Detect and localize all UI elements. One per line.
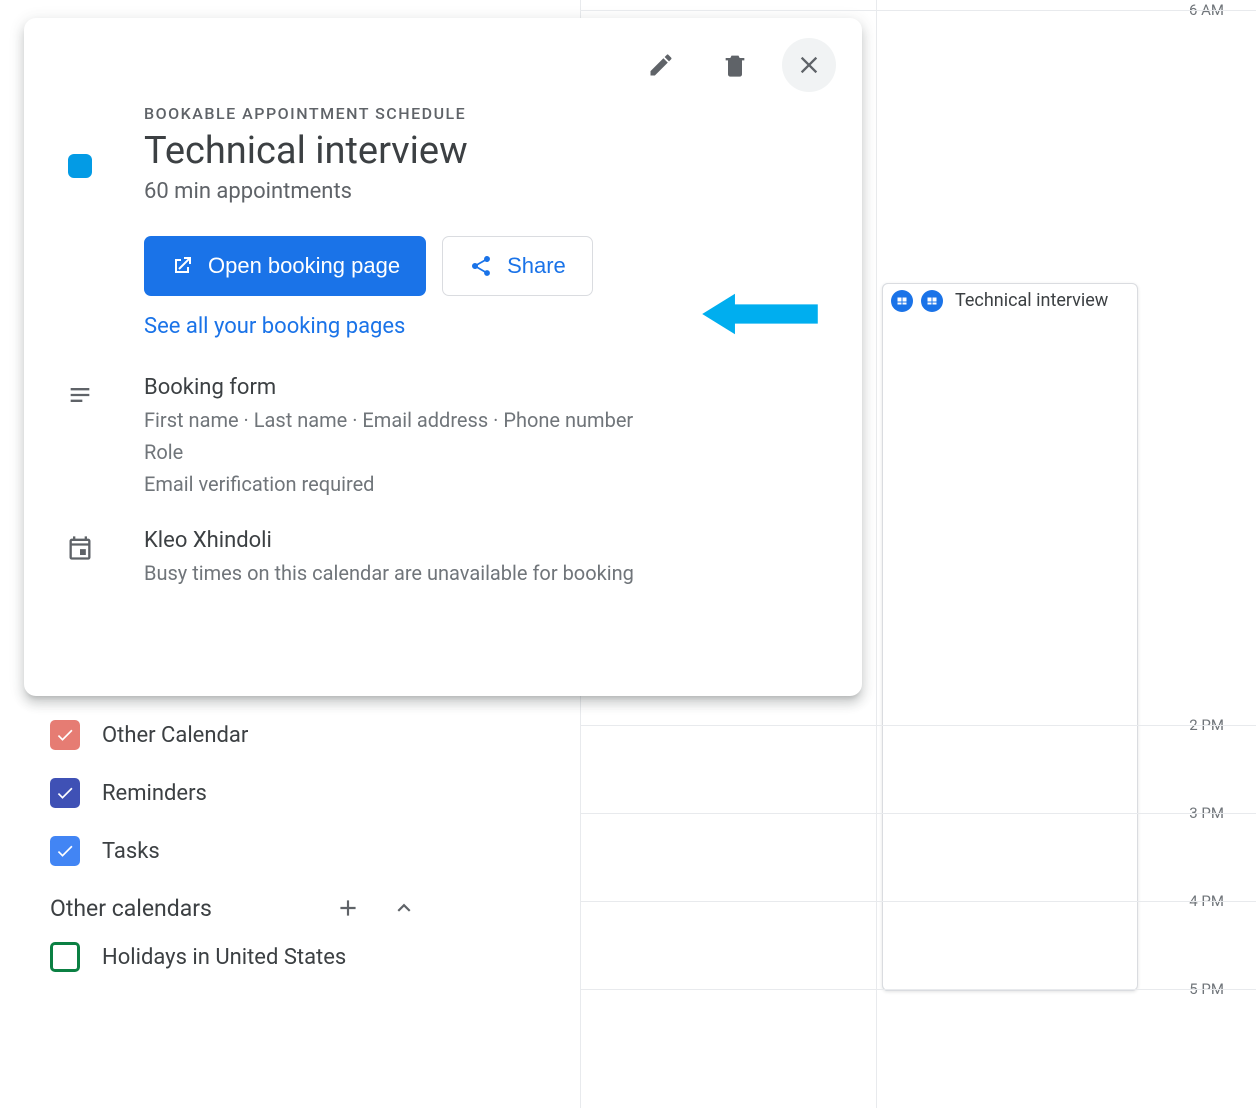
calendar-checkbox[interactable] (50, 836, 80, 866)
other-calendars-header: Other calendars (50, 894, 418, 922)
share-label: Share (507, 253, 566, 279)
organizer-name: Kleo Xhindoli (144, 528, 836, 553)
open-external-icon (170, 254, 194, 278)
close-button[interactable] (782, 38, 836, 92)
booking-form-role: Role (144, 436, 836, 468)
open-booking-page-label: Open booking page (208, 253, 400, 279)
popup-eyebrow: BOOKABLE APPOINTMENT SCHEDULE (144, 104, 836, 123)
calendar-label: Reminders (102, 781, 207, 806)
booking-form-fields: First name · Last name · Email address ·… (144, 404, 836, 436)
popup-subtitle: 60 min appointments (144, 179, 836, 204)
popup-title: Technical interview (144, 129, 836, 173)
grid-line (580, 10, 1256, 11)
share-icon (469, 254, 493, 278)
appointment-schedule-popup: BOOKABLE APPOINTMENT SCHEDULE Technical … (24, 18, 862, 696)
day-divider (876, 0, 877, 1108)
calendar-color-indicator (68, 154, 92, 178)
event-title: Technical interview (955, 290, 1108, 311)
delete-button[interactable] (708, 38, 762, 92)
annotation-arrow (702, 288, 818, 344)
calendar-checkbox[interactable] (50, 720, 80, 750)
appointment-icon (891, 290, 913, 312)
calendar-checkbox[interactable] (50, 942, 80, 972)
add-other-calendar-button[interactable] (334, 894, 362, 922)
calendar-event-block[interactable]: Technical interview (882, 283, 1138, 991)
open-booking-page-button[interactable]: Open booking page (144, 236, 426, 296)
calendar-label: Other Calendar (102, 723, 248, 748)
organizer-note: Busy times on this calendar are unavaila… (144, 557, 836, 589)
booking-form-heading: Booking form (144, 375, 836, 400)
calendar-label: Holidays in United States (102, 945, 346, 970)
calendar-label: Tasks (102, 839, 160, 864)
grid-line (580, 989, 1256, 990)
calendar-checkbox[interactable] (50, 778, 80, 808)
booking-form-verify: Email verification required (144, 468, 836, 500)
calendar-availability-icon (50, 528, 110, 589)
grid-line (580, 725, 1256, 726)
see-all-booking-pages-link[interactable]: See all your booking pages (144, 314, 405, 339)
edit-button[interactable] (634, 38, 688, 92)
calendar-row[interactable]: Reminders (50, 778, 430, 808)
appointment-icon (921, 290, 943, 312)
calendar-row[interactable]: Other Calendar (50, 720, 430, 750)
share-button[interactable]: Share (442, 236, 593, 296)
calendar-row[interactable]: Holidays in United States (50, 942, 430, 972)
calendar-row[interactable]: Tasks (50, 836, 430, 866)
grid-line (580, 813, 1256, 814)
other-calendars-label: Other calendars (50, 895, 212, 922)
collapse-other-calendars-button[interactable] (390, 894, 418, 922)
grid-line (580, 901, 1256, 902)
booking-form-icon (50, 375, 110, 500)
